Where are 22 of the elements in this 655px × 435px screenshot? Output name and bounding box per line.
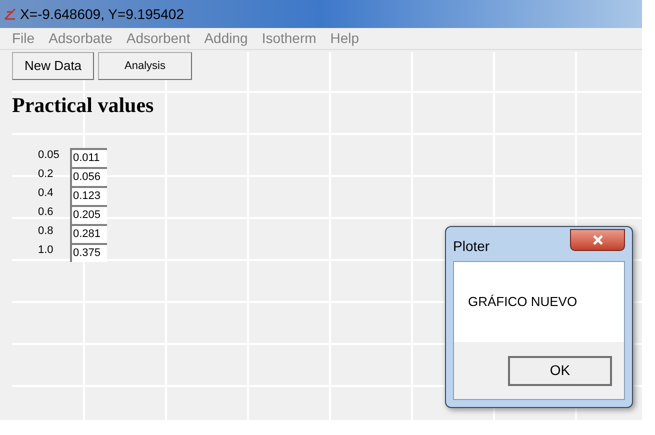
value-field[interactable]: 0.056 — [70, 166, 107, 186]
analysis-button[interactable]: Analysis — [98, 52, 192, 80]
value-label: 1.0 — [38, 242, 54, 256]
close-icon — [592, 235, 602, 245]
value-label: 0.05 — [38, 148, 60, 162]
value-field[interactable]: 0.281 — [70, 224, 107, 242]
value-field[interactable]: 0.375 — [70, 242, 107, 262]
value-field[interactable]: 0.205 — [70, 204, 107, 224]
value-label: 0.6 — [38, 204, 54, 218]
window-title: X=-9.648609, Y=9.195402 — [20, 4, 184, 24]
new-data-button[interactable]: New Data — [12, 52, 94, 80]
ok-button[interactable]: OK — [508, 356, 612, 386]
value-label: 0.4 — [38, 186, 54, 200]
close-button[interactable] — [570, 229, 625, 251]
dialog-title: Ploter — [453, 236, 490, 256]
heading: Practical values — [11, 92, 154, 119]
app-icon — [4, 8, 16, 20]
value-field[interactable]: 0.011 — [70, 148, 107, 166]
value-label: 0.2 — [38, 166, 54, 180]
dialog-message: GRÁFICO NUEVO — [468, 293, 578, 312]
value-field[interactable]: 0.123 — [70, 186, 107, 204]
value-label: 0.8 — [38, 224, 54, 238]
